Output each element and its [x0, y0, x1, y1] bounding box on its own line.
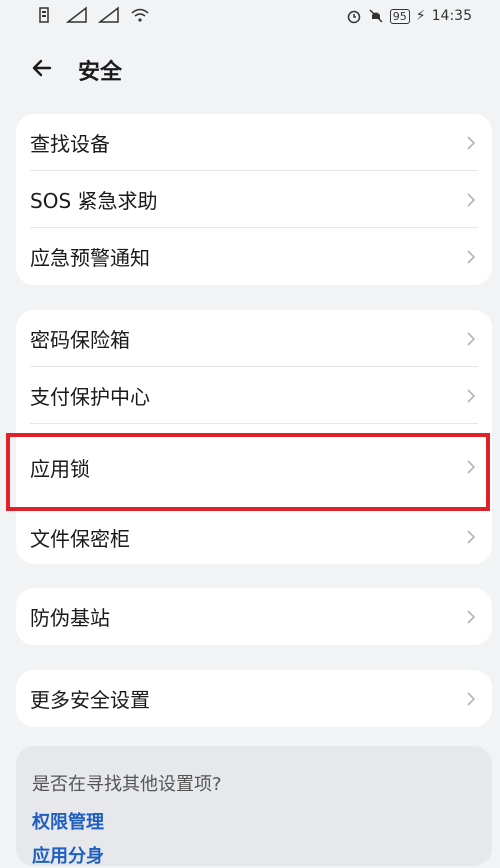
status-time: 14:35: [431, 8, 472, 24]
list-item-label: 支付保护中心: [30, 385, 150, 409]
suggestion-link-permission[interactable]: 权限管理: [32, 808, 104, 834]
list-item-sos[interactable]: SOS 紧急求助: [16, 171, 492, 228]
suggestion-question: 是否在寻找其他设置项?: [32, 774, 222, 795]
chevron-right-icon: [467, 192, 476, 207]
chevron-right-icon: [467, 530, 476, 544]
status-bar: 95 ⚡ 14:35: [0, 0, 500, 36]
battery-icon: 95: [389, 8, 410, 24]
page-header: 安全: [0, 48, 500, 92]
settings-group-4: 更多安全设置: [16, 670, 492, 727]
list-item-label: 更多安全设置: [30, 688, 150, 712]
list-item-file-safe[interactable]: 文件保密柜: [16, 510, 492, 564]
sim-icon: [39, 7, 49, 23]
settings-group-1: 查找设备 SOS 紧急求助 应急预警通知: [16, 114, 492, 285]
chevron-right-icon: [467, 249, 476, 264]
highlight-box: [6, 433, 490, 511]
list-item-label: SOS 紧急求助: [30, 189, 158, 213]
chevron-right-icon: [467, 135, 476, 150]
list-item-emergency-alert[interactable]: 应急预警通知: [16, 228, 492, 285]
alarm-icon: [347, 10, 361, 24]
chevron-right-icon: [467, 691, 476, 706]
list-item-find-device[interactable]: 查找设备: [16, 114, 492, 171]
chevron-right-icon: [467, 388, 476, 403]
status-right: 95 ⚡ 14:35: [346, 8, 472, 24]
chevron-right-icon: [467, 331, 476, 346]
list-item-password-vault[interactable]: 密码保险箱: [16, 310, 492, 367]
wifi-icon: [131, 8, 149, 22]
signal-icon: [66, 6, 87, 23]
chevron-right-icon: [467, 609, 476, 624]
list-item-label: 文件保密柜: [30, 526, 130, 551]
status-left: [38, 6, 150, 24]
charging-icon: ⚡: [415, 8, 426, 24]
list-item-payment-protection[interactable]: 支付保护中心: [16, 367, 492, 424]
list-item-label: 密码保险箱: [30, 328, 130, 352]
list-item-pseudo-base-station[interactable]: 防伪基站: [16, 588, 492, 645]
suggestion-link-app-twin[interactable]: 应用分身: [32, 842, 104, 868]
list-item-more-security[interactable]: 更多安全设置: [16, 670, 492, 727]
list-item-label: 查找设备: [30, 132, 110, 156]
mute-icon: [369, 9, 383, 23]
signal-icon: [98, 6, 119, 23]
list-item-label: 防伪基站: [30, 606, 110, 630]
page-title: 安全: [78, 60, 123, 85]
back-arrow-icon[interactable]: [28, 52, 60, 84]
suggestion-card: 是否在寻找其他设置项? 权限管理 应用分身: [16, 746, 492, 868]
settings-group-3: 防伪基站: [16, 588, 492, 645]
list-item-label: 应急预警通知: [30, 246, 150, 270]
